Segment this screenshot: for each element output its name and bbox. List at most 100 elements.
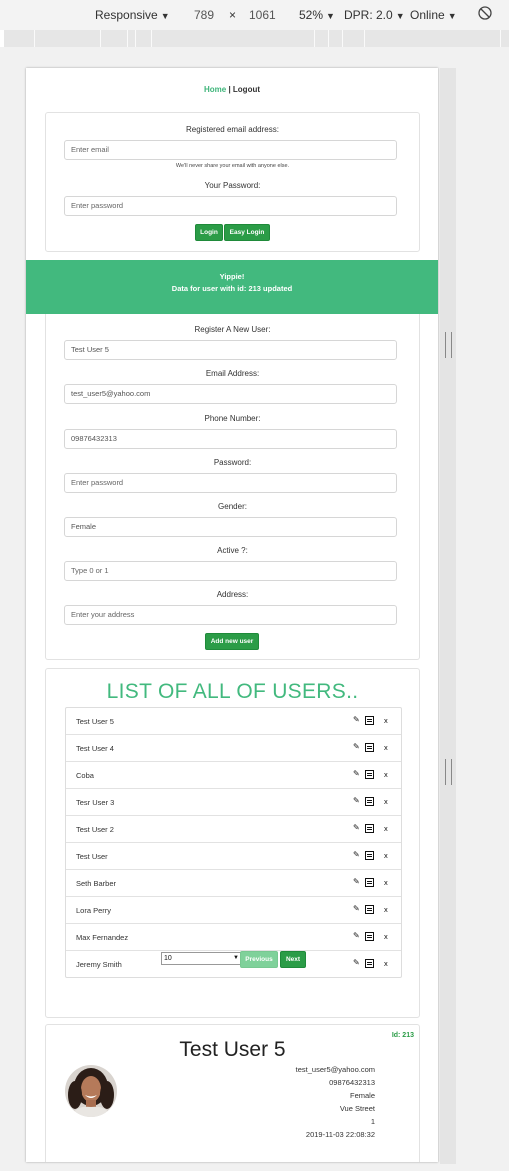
zoom-label: 52%	[299, 8, 324, 22]
register-email-input[interactable]: test_user5@yahoo.com	[64, 384, 397, 404]
profile-updated: 2019-11-03 22:08:32	[305, 1130, 375, 1139]
details-icon[interactable]	[365, 824, 374, 833]
alert-message: Data for user with id: 213 updated	[171, 284, 293, 293]
details-icon[interactable]	[365, 770, 374, 779]
register-password-label: Password:	[213, 458, 252, 467]
media-query-ruler[interactable]	[4, 30, 509, 48]
user-name: Test User 2	[76, 825, 114, 834]
register-card: Register A New User: Test User 5 Email A…	[45, 314, 420, 660]
resize-gutter[interactable]	[440, 68, 456, 1164]
resize-handle[interactable]	[445, 332, 452, 358]
user-row[interactable]: Test User 5 ✎ x	[66, 708, 401, 735]
register-phone-input[interactable]: 09876432313	[64, 429, 397, 449]
pencil-icon[interactable]: ✎	[353, 769, 360, 778]
network-label: Online	[410, 8, 445, 22]
register-name-input[interactable]: Test User 5	[64, 340, 397, 360]
register-active-input[interactable]: Type 0 or 1	[64, 561, 397, 581]
easy-login-button[interactable]: Easy Login	[224, 224, 270, 241]
chevron-down-icon: ▼	[233, 955, 239, 961]
login-email-input[interactable]: Enter email	[64, 140, 397, 160]
previous-button[interactable]: Previous	[240, 951, 278, 968]
success-alert: Yippie! Data for user with id: 213 updat…	[26, 260, 438, 314]
page-size-value: 10	[164, 955, 172, 962]
user-row[interactable]: Coba ✎ x	[66, 762, 401, 789]
register-gender-input[interactable]: Female	[64, 517, 397, 537]
delete-button[interactable]: x	[384, 743, 388, 752]
chevron-down-icon: ▼	[160, 11, 170, 21]
user-name: Coba	[76, 771, 94, 780]
nav-separator: |	[226, 85, 233, 94]
delete-button[interactable]: x	[384, 824, 388, 833]
users-list-title: LIST OF ALL OF USERS..	[106, 680, 359, 703]
home-link[interactable]: Home	[204, 85, 226, 94]
delete-button[interactable]: x	[384, 932, 388, 941]
user-row[interactable]: Test User 2 ✎ x	[66, 816, 401, 843]
pencil-icon[interactable]: ✎	[353, 931, 360, 940]
delete-button[interactable]: x	[384, 878, 388, 887]
users-list: Test User 5 ✎ x Test User 4 ✎ x Coba ✎ x Tesr Use…	[65, 707, 402, 978]
avatar	[65, 1065, 117, 1117]
email-label: Registered email address:	[186, 125, 279, 134]
user-row[interactable]: Lora Perry ✎ x	[66, 897, 401, 924]
user-row[interactable]: Seth Barber ✎ x	[66, 870, 401, 897]
login-button[interactable]: Login	[195, 224, 223, 241]
profile-name: Test User 5	[179, 1038, 286, 1061]
profile-address: Vue Street	[339, 1104, 375, 1113]
network-select[interactable]: Online ▼	[410, 8, 457, 22]
alert-title: Yippie!	[219, 272, 245, 281]
height-input[interactable]: 1061	[249, 8, 276, 22]
details-icon[interactable]	[365, 959, 374, 968]
details-icon[interactable]	[365, 716, 374, 725]
width-input[interactable]: 789	[194, 8, 214, 22]
chevron-down-icon: ▼	[395, 11, 405, 21]
details-icon[interactable]	[365, 743, 374, 752]
next-button[interactable]: Next	[280, 951, 306, 968]
zoom-select[interactable]: 52% ▼	[299, 8, 335, 22]
times-label: ×	[229, 8, 237, 22]
login-password-input[interactable]: Enter password	[64, 196, 397, 216]
page-size-select[interactable]: 10 ▼	[161, 952, 242, 965]
rotate-icon[interactable]	[478, 6, 492, 23]
delete-button[interactable]: x	[384, 770, 388, 779]
pencil-icon[interactable]: ✎	[353, 823, 360, 832]
add-user-button[interactable]: Add new user	[205, 633, 259, 650]
details-icon[interactable]	[365, 851, 374, 860]
user-name: Test User 5	[76, 717, 114, 726]
details-icon[interactable]	[365, 932, 374, 941]
delete-button[interactable]: x	[384, 851, 388, 860]
chevron-down-icon: ▼	[326, 11, 335, 21]
email-hint: We'll never share your email with anyone…	[175, 163, 290, 169]
pencil-icon[interactable]: ✎	[353, 877, 360, 886]
user-name: Jeremy Smith	[76, 960, 122, 969]
resize-handle[interactable]	[445, 759, 452, 785]
details-icon[interactable]	[365, 797, 374, 806]
user-row[interactable]: Tesr User 3 ✎ x	[66, 789, 401, 816]
user-name: Max Fernandez	[76, 933, 129, 942]
pencil-icon[interactable]: ✎	[353, 850, 360, 859]
profile-active: 1	[370, 1117, 375, 1126]
delete-button[interactable]: x	[384, 959, 388, 968]
pencil-icon[interactable]: ✎	[353, 715, 360, 724]
dpr-label: DPR: 2.0	[344, 8, 393, 22]
delete-button[interactable]: x	[384, 797, 388, 806]
pencil-icon[interactable]: ✎	[353, 742, 360, 751]
logout-link[interactable]: Logout	[233, 85, 260, 94]
details-icon[interactable]	[365, 878, 374, 887]
device-select[interactable]: Responsive ▼	[95, 8, 170, 22]
top-nav: Home | Logout	[26, 85, 438, 94]
pencil-icon[interactable]: ✎	[353, 796, 360, 805]
register-password-input[interactable]: Enter password	[64, 473, 397, 493]
user-name: Seth Barber	[76, 879, 117, 888]
register-address-input[interactable]: Enter your address	[64, 605, 397, 625]
register-email-label: Email Address:	[205, 369, 260, 378]
pencil-icon[interactable]: ✎	[353, 958, 360, 967]
user-row[interactable]: Max Fernandez ✎ x	[66, 924, 401, 951]
delete-button[interactable]: x	[384, 905, 388, 914]
user-row[interactable]: Test User 4 ✎ x	[66, 735, 401, 762]
register-active-label: Active ?:	[217, 546, 248, 555]
user-row[interactable]: Test User ✎ x	[66, 843, 401, 870]
pencil-icon[interactable]: ✎	[353, 904, 360, 913]
details-icon[interactable]	[365, 905, 374, 914]
delete-button[interactable]: x	[384, 716, 388, 725]
dpr-select[interactable]: DPR: 2.0 ▼	[344, 8, 405, 22]
